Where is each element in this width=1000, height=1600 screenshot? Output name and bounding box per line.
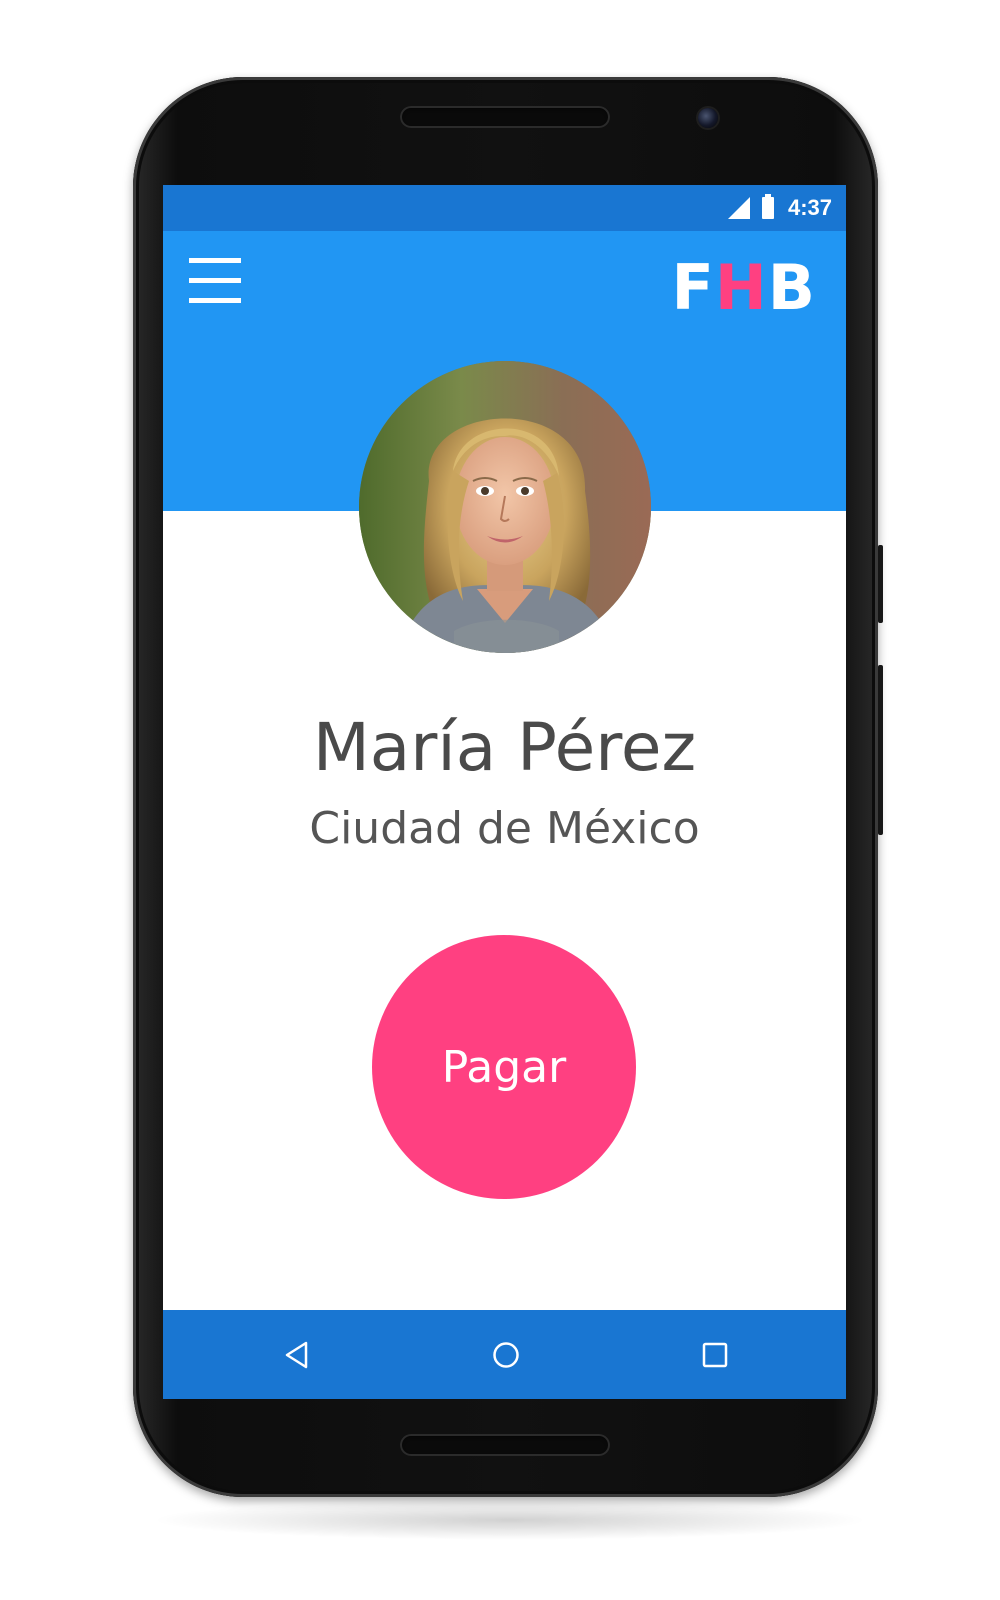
device-mockup: 4:37 FHB María Pérez Ciudad de México Pa… bbox=[0, 0, 1000, 1600]
volume-button bbox=[878, 665, 883, 835]
top-speaker bbox=[400, 106, 610, 128]
status-time: 4:37 bbox=[787, 195, 832, 220]
recent-apps-icon[interactable] bbox=[675, 1310, 755, 1399]
power-button bbox=[878, 545, 883, 623]
back-icon[interactable] bbox=[257, 1310, 337, 1399]
user-city: Ciudad de México bbox=[309, 803, 700, 854]
pay-button-label: Pagar bbox=[441, 1041, 567, 1093]
avatar bbox=[359, 361, 651, 653]
front-camera bbox=[698, 108, 718, 128]
status-icons: 4:37 bbox=[727, 185, 832, 231]
logo-letter-b: B bbox=[767, 251, 816, 324]
navigation-bar bbox=[163, 1310, 846, 1399]
bottom-speaker bbox=[400, 1434, 610, 1456]
pay-button[interactable]: Pagar bbox=[372, 935, 636, 1199]
user-name: María Pérez bbox=[312, 709, 697, 786]
battery-icon bbox=[761, 194, 774, 219]
logo-letter-h: H bbox=[714, 251, 768, 324]
home-icon[interactable] bbox=[466, 1310, 546, 1399]
logo-letter-f: F bbox=[671, 251, 715, 324]
status-bar: 4:37 bbox=[163, 185, 846, 231]
phone-screen: 4:37 FHB María Pérez Ciudad de México Pa… bbox=[163, 185, 846, 1399]
app-logo: FHB bbox=[671, 257, 816, 319]
signal-icon bbox=[727, 197, 750, 219]
device-shadow bbox=[150, 1500, 870, 1540]
hamburger-menu-icon[interactable] bbox=[189, 258, 241, 304]
